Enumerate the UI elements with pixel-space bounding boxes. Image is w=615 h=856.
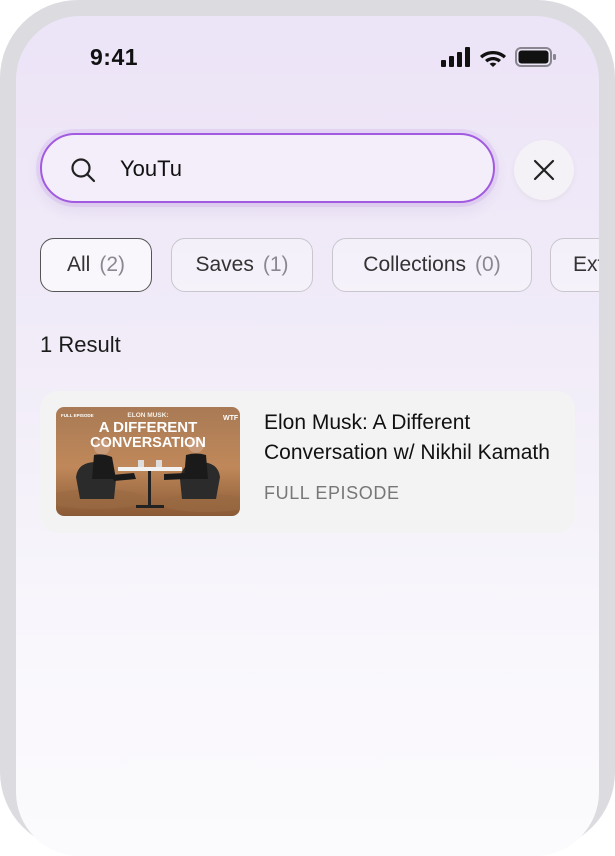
thumbnail-top-label: ELON MUSK:	[127, 412, 168, 419]
status-bar: 9:41	[16, 16, 599, 96]
status-time: 9:41	[90, 44, 139, 70]
close-icon	[533, 159, 555, 181]
results-count: 1 Result	[40, 332, 121, 357]
chip-count: (0)	[475, 253, 501, 276]
thumbnail-line2: CONVERSATION	[90, 435, 206, 451]
battery-icon	[515, 47, 556, 67]
thumbnail-badge-left: FULL EPISODE	[61, 413, 94, 418]
chip-label: Saves	[195, 253, 254, 276]
cellular-signal-icon	[441, 47, 470, 67]
clear-search-button[interactable]	[514, 140, 574, 200]
filter-chip-extras[interactable]: Extr	[550, 238, 599, 292]
filter-chip-collections[interactable]: Collections (0)	[332, 238, 532, 292]
screen: 9:41 YouTu All (2) Saves (1) Collections…	[16, 16, 599, 856]
status-icons	[441, 47, 557, 67]
search-field[interactable]	[40, 133, 495, 203]
filter-chip-saves[interactable]: Saves (1)	[171, 238, 313, 292]
episode-thumbnail: ELON MUSK: A DIFFERENT CONVERSATION FULL…	[56, 407, 240, 516]
chip-label: All	[66, 253, 91, 276]
search-input[interactable]	[118, 135, 462, 203]
thumbnail-badge-right: WTF	[223, 415, 239, 422]
chip-label: Extr	[573, 253, 599, 276]
result-type: FULL EPISODE	[264, 483, 400, 503]
thumbnail-art: ELON MUSK: A DIFFERENT CONVERSATION FULL…	[56, 407, 240, 516]
filter-chip-all[interactable]: All (2)	[40, 238, 152, 292]
chip-count: (2)	[99, 253, 125, 276]
search-icon	[71, 158, 96, 183]
filter-chips: All (2) Saves (1) Collections (0) Extr	[40, 238, 599, 292]
chip-count: (1)	[262, 253, 289, 276]
thumbnail-line1: A DIFFERENT	[99, 419, 198, 436]
result-card[interactable]: ELON MUSK: A DIFFERENT CONVERSATION FULL…	[40, 391, 575, 533]
result-title: Elon Musk: A Different Conversation w/ N…	[264, 411, 550, 464]
chip-label: Collections	[363, 253, 467, 276]
wifi-icon	[480, 51, 506, 67]
